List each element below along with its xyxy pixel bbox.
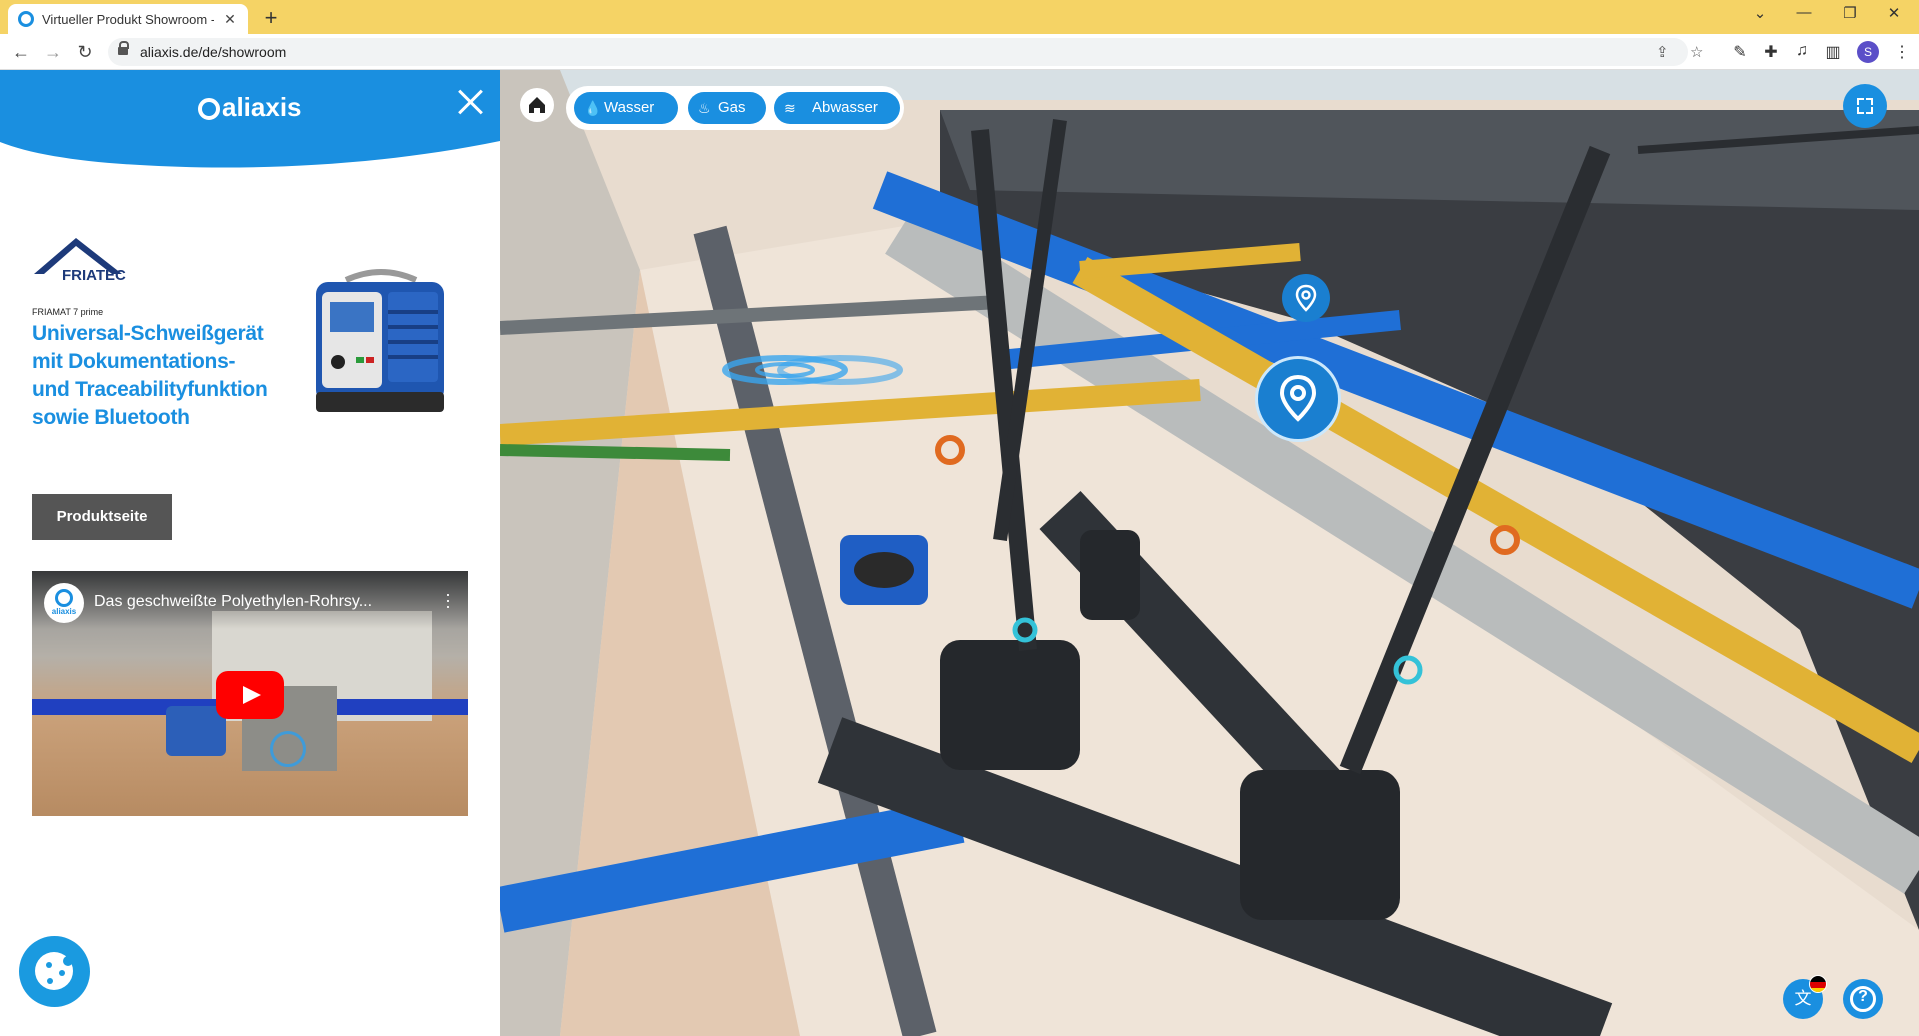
product-panel: aliaxis FRIATEC FRIAMAT 7 prime Universa… (0, 70, 500, 1036)
minimize-button[interactable]: — (1782, 4, 1826, 21)
new-tab-button[interactable]: + (258, 5, 284, 31)
video-title[interactable]: Das geschweißte Polyethylen-Rohrsy... (94, 593, 414, 611)
product-page-button[interactable]: Produktseite (32, 494, 172, 540)
youtube-video-embed[interactable]: aliaxis Das geschweißte Polyethylen-Rohr… (32, 571, 468, 816)
extensions-icon[interactable]: ✚ (1759, 42, 1783, 62)
bookmark-star-icon[interactable]: ☆ (1690, 43, 1703, 61)
product-subtitle: FRIAMAT 7 prime (32, 307, 104, 317)
browser-toolbar: ← → ↻ aliaxis.de/de/showroom ⇪ ☆ ✎ ✚ ♫ ▥… (0, 34, 1919, 70)
profile-avatar[interactable]: S (1857, 41, 1879, 63)
home-button[interactable] (520, 88, 554, 122)
water-drop-icon: 💧 (584, 100, 602, 116)
window-close-button[interactable]: ✕ (1872, 4, 1916, 22)
home-icon (529, 97, 545, 113)
help-icon: ? (1858, 988, 1868, 1005)
youtube-play-icon[interactable] (216, 671, 284, 719)
translate-icon: 文 (1794, 989, 1812, 1008)
location-pin-icon[interactable] (1282, 274, 1330, 322)
back-button[interactable]: ← (8, 40, 34, 64)
tab-title: Virtueller Produkt Showroom - V (42, 11, 214, 27)
video-channel-avatar[interactable]: aliaxis (44, 583, 84, 623)
panel-close-button[interactable] (452, 84, 488, 120)
tab-search-icon[interactable]: ⌄ (1738, 4, 1782, 22)
aliaxis-logo-icon (198, 97, 220, 120)
flame-icon: ♨ (698, 100, 711, 116)
pipe-scene-graphic (500, 70, 1919, 1036)
filter-wasser-button[interactable]: 💧 Wasser (574, 92, 678, 124)
fullscreen-icon (1857, 98, 1864, 105)
browser-tabbar: Virtueller Produkt Showroom - V ✕ + ⌄ — … (0, 0, 1919, 34)
restore-button[interactable]: ❐ (1828, 4, 1872, 22)
eyedropper-icon[interactable]: ✎ (1728, 42, 1752, 62)
forward-button[interactable]: → (40, 40, 66, 64)
media-icon[interactable]: ♫ (1790, 42, 1814, 60)
fullscreen-button[interactable] (1843, 84, 1887, 128)
tab-close-icon[interactable]: ✕ (222, 11, 238, 28)
share-icon[interactable]: ⇪ (1656, 43, 1669, 61)
german-flag-icon (1809, 975, 1827, 993)
svg-text:FRIATEC: FRIATEC (62, 267, 126, 282)
product-title: Universal-Schweißgerät mit Dokumentation… (32, 322, 268, 429)
product-image (316, 269, 444, 412)
filter-gas-button[interactable]: ♨ Gas (688, 92, 766, 124)
browser-tab[interactable]: Virtueller Produkt Showroom - V ✕ (8, 4, 248, 34)
favicon-icon (18, 11, 34, 27)
panel-header-wave (0, 70, 500, 168)
browser-menu-icon[interactable]: ⋮ (1890, 42, 1914, 62)
url-text[interactable]: aliaxis.de/de/showroom (140, 44, 286, 60)
side-panel-icon[interactable]: ▥ (1821, 42, 1845, 62)
cookie-settings-button[interactable] (19, 936, 90, 1007)
reload-button[interactable]: ↻ (72, 40, 98, 64)
address-bar[interactable]: aliaxis.de/de/showroom ⇪ ☆ (108, 38, 1703, 66)
lock-icon[interactable] (118, 41, 129, 56)
showroom-3d-scene[interactable] (500, 70, 1919, 1036)
video-menu-icon[interactable]: · · · (440, 585, 456, 615)
friatec-logo: FRIATEC (34, 238, 126, 282)
wastewater-icon: ≋ (784, 100, 796, 116)
aliaxis-logo: aliaxis (198, 92, 302, 123)
filter-abwasser-button[interactable]: ≋ Abwasser (774, 92, 900, 124)
help-button[interactable]: ? (1843, 979, 1883, 1019)
location-pin-active-icon[interactable] (1255, 356, 1341, 442)
